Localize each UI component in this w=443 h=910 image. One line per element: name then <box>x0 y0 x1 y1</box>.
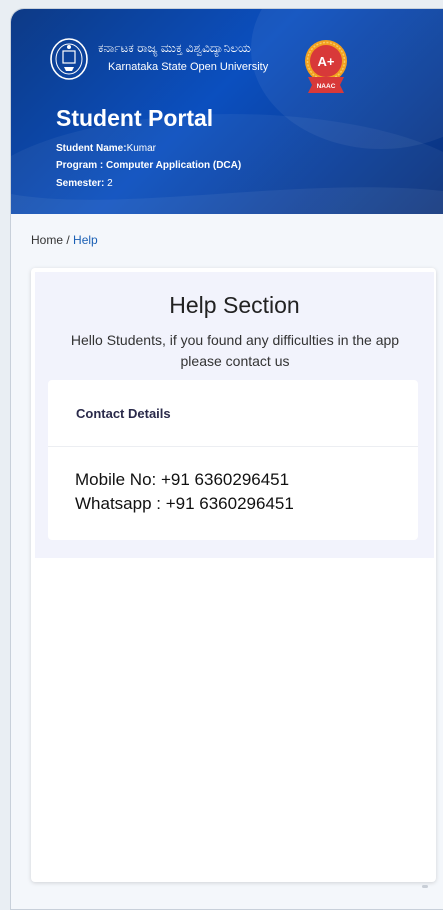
breadcrumb-separator: / <box>63 233 74 247</box>
breadcrumb-home-link[interactable]: Home <box>31 233 63 247</box>
university-name-english: Karnataka State Open University <box>108 61 269 73</box>
help-card: Help Section Hello Students, if you foun… <box>31 268 436 882</box>
student-name-line: Student Name:Kumar <box>56 143 156 154</box>
help-message: Hello Students, if you found any difficu… <box>70 332 400 369</box>
whatsapp-number[interactable]: Whatsapp : +91 6360296451 <box>75 494 294 514</box>
student-name-label: Student Name: <box>56 143 127 154</box>
contact-details-box: Contact Details Mobile No: +91 636029645… <box>48 380 418 540</box>
help-section-title: Help Section <box>169 292 300 318</box>
breadcrumb-current[interactable]: Help <box>73 233 98 247</box>
portal-title: Student Portal <box>56 105 214 131</box>
breadcrumb: Home / Help <box>31 233 98 247</box>
program-text: Program : Computer Application (DCA) <box>56 160 242 171</box>
app-frame: ಕರ್ನಾಟಕ ರಾಜ್ಯ ಮುಕ್ತ ವಿಶ್ವವಿದ್ಯಾನಿಲಯ Karn… <box>10 8 443 910</box>
semester-line: Semester: 2 <box>56 178 113 189</box>
semester-label: Semester: <box>56 178 105 189</box>
mobile-number[interactable]: Mobile No: +91 6360296451 <box>75 470 289 490</box>
contact-details-heading: Contact Details <box>76 406 171 421</box>
help-panel: Help Section Hello Students, if you foun… <box>35 272 434 558</box>
naac-badge-icon: A+ NAAC <box>305 40 347 93</box>
header-banner: ಕರ್ನಾಟಕ ರಾಜ್ಯ ಮುಕ್ತ ವಿಶ್ವವಿದ್ಯಾನಿಲಯ Karn… <box>11 9 443 214</box>
university-name-kannada: ಕರ್ನಾಟಕ ರಾಜ್ಯ ಮುಕ್ತ ವಿಶ್ವವಿದ್ಯಾನಿಲಯ <box>98 41 251 55</box>
naac-grade-text: A+ <box>318 54 335 69</box>
university-emblem-icon <box>50 38 88 80</box>
student-name-value: Kumar <box>126 143 157 154</box>
contact-details-header: Contact Details <box>48 380 418 447</box>
program-line: Program : Computer Application (DCA) <box>56 160 241 171</box>
scroll-indicator <box>422 885 428 888</box>
semester-value: 2 <box>104 178 113 189</box>
naac-label-text: NAAC <box>317 83 336 90</box>
